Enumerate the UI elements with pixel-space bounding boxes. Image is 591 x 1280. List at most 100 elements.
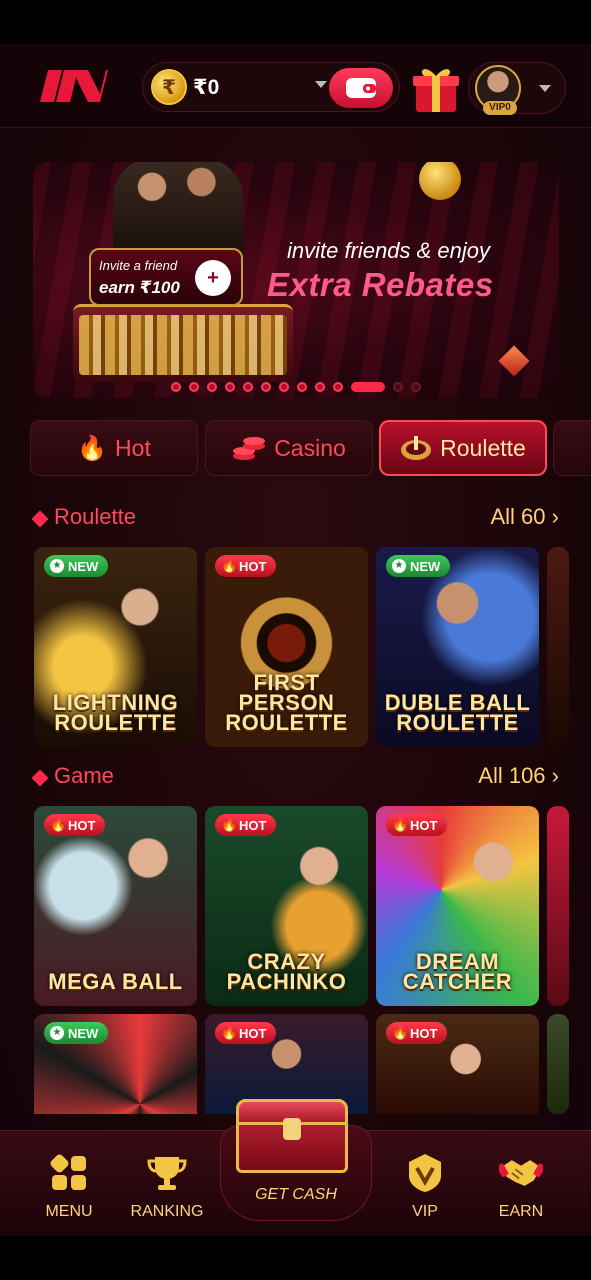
carousel-dot[interactable] — [225, 382, 235, 392]
carousel-dot[interactable] — [351, 382, 385, 392]
game-card-dream-catcher[interactable]: 🔥 HOT DREAM CATCHER — [376, 806, 539, 1006]
promo-banner[interactable]: Invite a friend earn ₹100 + invite frien… — [33, 162, 559, 398]
game-title-line2: PACHINKO — [226, 969, 347, 994]
game-card-lightning-roulette[interactable]: ★ NEW LIGHTNING ROULETTE — [34, 547, 197, 747]
banner-subtitle: invite friends & enjoy — [287, 238, 490, 263]
trophy-icon — [145, 1153, 189, 1193]
badge-label: HOT — [410, 817, 438, 833]
tab-casino[interactable]: Casino — [205, 420, 373, 476]
status-bar — [0, 0, 591, 44]
game-card-crazy-pachinko[interactable]: 🔥 HOT CRAZY PACHINKO — [205, 806, 368, 1006]
game-card-imperial-wheel[interactable]: ★ NEW — [34, 1014, 197, 1114]
carousel-dot[interactable] — [411, 382, 421, 392]
new-badge: ★ NEW — [386, 555, 451, 577]
wallet-balance[interactable]: ₹ ₹0 — [142, 62, 400, 112]
banner-models-image — [113, 162, 243, 254]
carousel-dot[interactable] — [261, 382, 271, 392]
tab-label: Roulette — [440, 434, 526, 461]
game-card-mega-ball[interactable]: 🔥 HOT MEGA BALL — [34, 806, 197, 1006]
carousel-dot[interactable] — [243, 382, 253, 392]
invite-card: Invite a friend earn ₹100 + — [89, 248, 243, 306]
hot-badge: 🔥 HOT — [386, 1022, 448, 1044]
game-title-line2: ROULETTE — [396, 710, 519, 735]
section-title: Game — [54, 763, 114, 788]
game-card-duble-ball-roulette[interactable]: ★ NEW DUBLE BALL ROULETTE — [376, 547, 539, 747]
game-title-line2: MEGA BALL — [48, 969, 183, 994]
flame-icon: 🔥 — [392, 817, 409, 832]
brand-logo[interactable] — [38, 68, 108, 104]
star-icon: ★ — [50, 559, 64, 573]
nav-label: EARN — [498, 1203, 544, 1220]
game-card-first-person-roulette[interactable]: 🔥 HOT FIRST PERSON ROULETTE — [205, 547, 368, 747]
gift-icon[interactable] — [410, 64, 462, 114]
tab-more[interactable] — [553, 420, 591, 476]
badge-label: HOT — [239, 1025, 267, 1041]
carousel-dot[interactable] — [333, 382, 343, 392]
hot-badge: 🔥 HOT — [215, 814, 277, 836]
game-title: DREAM CATCHER — [376, 951, 539, 994]
game-title-line2: ROULETTE — [225, 710, 348, 735]
view-all-link[interactable]: All 106 › — [478, 763, 559, 789]
carousel-dot[interactable] — [207, 382, 217, 392]
chest-lock — [283, 1118, 301, 1140]
carousel-indicator — [33, 382, 559, 392]
vip-shield-icon — [403, 1153, 447, 1193]
badge-label: NEW — [410, 558, 441, 574]
game-title: MEGA BALL — [34, 969, 197, 994]
nav-vip[interactable]: VIP — [380, 1153, 470, 1225]
diamond-icon — [31, 769, 49, 787]
carousel-dot[interactable] — [315, 382, 325, 392]
handshake-icon — [499, 1153, 543, 1193]
game-title-line2: ROULETTE — [54, 710, 177, 735]
flame-icon: 🔥 — [221, 1025, 238, 1040]
game-title-line2: CATCHER — [402, 969, 513, 994]
profile-menu[interactable]: VIP0 — [468, 62, 566, 115]
carousel-dot[interactable] — [393, 382, 403, 392]
vip-level-badge: VIP0 — [483, 101, 517, 115]
tab-label: Hot — [115, 434, 151, 461]
badge-label: NEW — [68, 1025, 99, 1041]
carousel-dot[interactable] — [297, 382, 307, 392]
wallet-button[interactable] — [329, 68, 393, 108]
star-icon: ★ — [392, 559, 406, 573]
tab-hot[interactable]: 🔥 Hot — [30, 420, 198, 476]
badge-label: HOT — [239, 558, 267, 574]
chevron-down-icon[interactable] — [539, 85, 551, 92]
top-header: ₹ ₹0 VIP0 — [0, 44, 591, 128]
chevron-down-icon[interactable] — [315, 81, 327, 88]
treasure-chest-icon[interactable] — [236, 1099, 348, 1173]
game-card-partial[interactable] — [547, 806, 569, 1006]
nav-ranking[interactable]: RANKING — [122, 1153, 212, 1225]
section-title: Roulette — [54, 504, 136, 529]
balance-amount: ₹0 — [193, 75, 220, 99]
app-screen: ₹ ₹0 VIP0 Invite a friend earn ₹100 + in… — [0, 44, 591, 1236]
game-title: FIRST PERSON ROULETTE — [205, 672, 368, 735]
hot-badge: 🔥 HOT — [386, 814, 448, 836]
view-all-label: All 60 — [490, 504, 546, 529]
wallet-icon — [346, 78, 376, 98]
game-card-partial[interactable] — [547, 547, 569, 747]
nav-earn[interactable]: EARN — [476, 1153, 566, 1225]
treasure-image — [73, 304, 293, 382]
rupee-coin-icon: ₹ — [151, 69, 187, 105]
hot-badge: 🔥 HOT — [215, 1022, 277, 1044]
invite-text: Invite a friend — [99, 258, 178, 273]
badge-label: HOT — [68, 817, 96, 833]
flame-icon: 🔥 — [221, 817, 238, 832]
hot-badge: 🔥 HOT — [215, 555, 277, 577]
game-title: CRAZY PACHINKO — [205, 951, 368, 994]
menu-grid-icon — [47, 1153, 91, 1193]
new-badge: ★ NEW — [44, 555, 109, 577]
bottom-navigation: MENU RANKING GET CASH VIP EARN — [0, 1099, 591, 1236]
tab-roulette[interactable]: Roulette — [379, 420, 547, 476]
carousel-dot[interactable] — [171, 382, 181, 392]
game-card-lightning-host[interactable]: 🔥 HOT — [376, 1014, 539, 1114]
nav-label: GET CASH — [255, 1186, 337, 1203]
view-all-link[interactable]: All 60 › — [491, 504, 560, 530]
game-card-partial[interactable] — [547, 1014, 569, 1114]
flame-icon: 🔥 — [50, 817, 67, 832]
carousel-dot[interactable] — [189, 382, 199, 392]
nav-menu[interactable]: MENU — [24, 1153, 114, 1225]
carousel-dot[interactable] — [279, 382, 289, 392]
flame-icon: 🔥 — [392, 1025, 409, 1040]
